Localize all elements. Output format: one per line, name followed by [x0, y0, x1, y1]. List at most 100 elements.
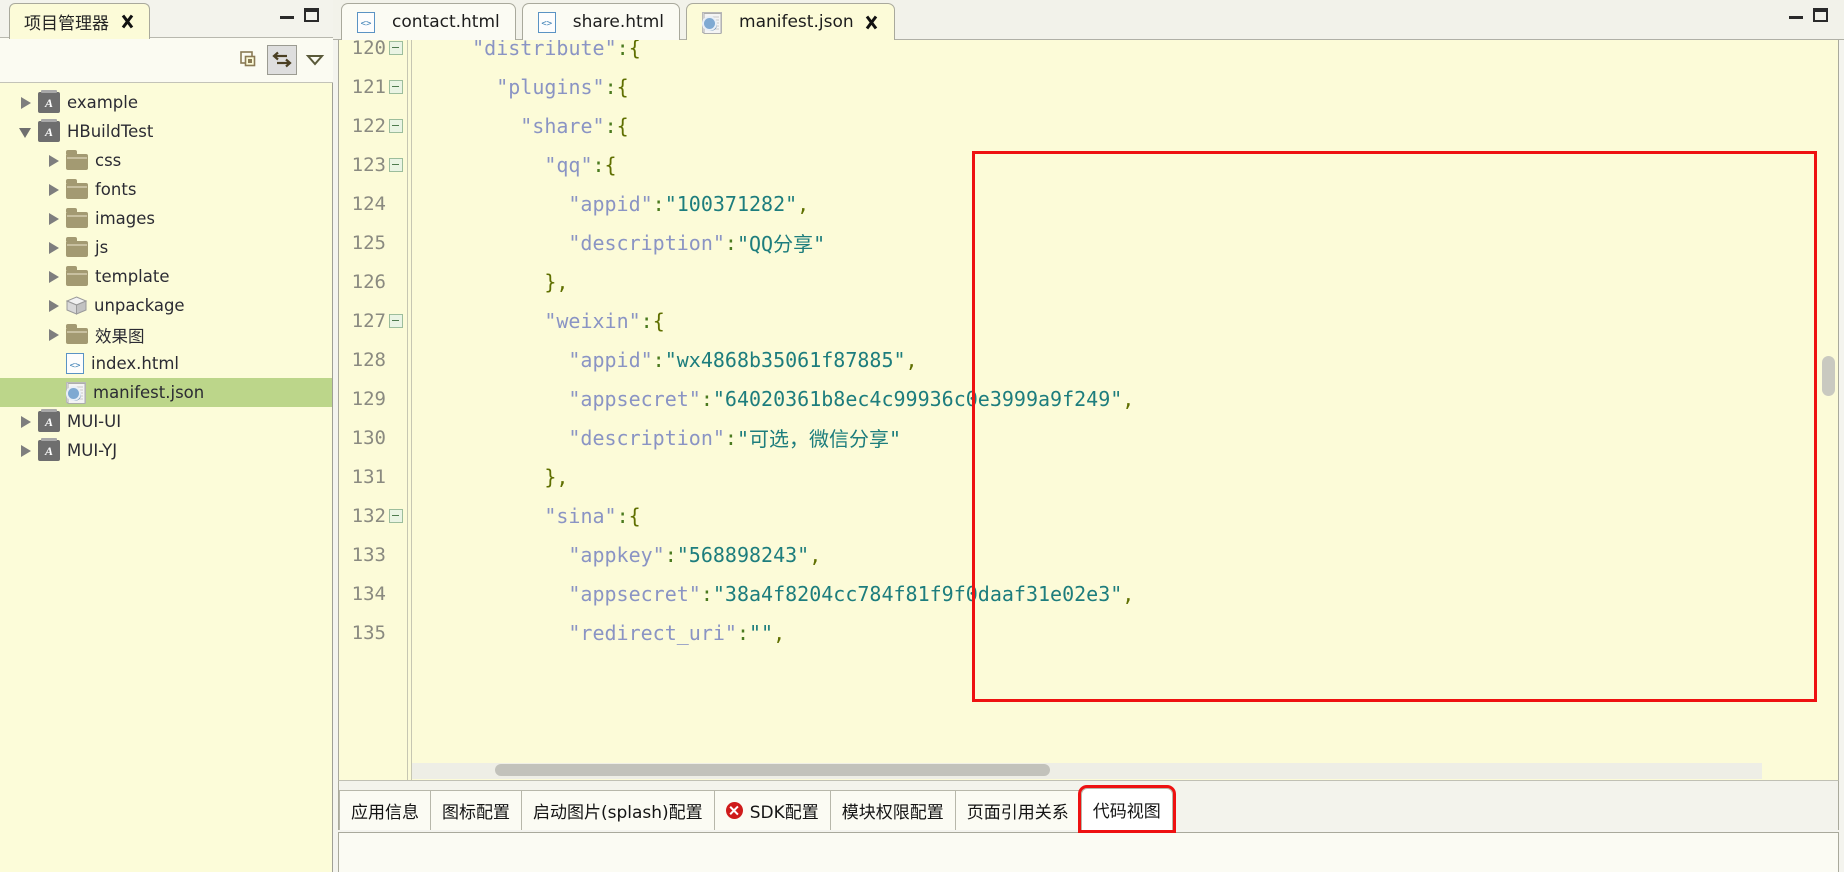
line-number-value: 121 [352, 76, 386, 98]
manifest-tab-label: 应用信息 [351, 798, 419, 823]
tree-item-HBuildTest[interactable]: AHBuildTest [0, 117, 332, 146]
line-number-value: 127 [352, 310, 386, 332]
tree-item-label: manifest.json [93, 383, 204, 402]
manifest-tab-label: 图标配置 [442, 798, 510, 823]
vertical-scrollbar-thumb[interactable] [1822, 356, 1835, 396]
line-number: 120 [339, 40, 407, 67]
tree-item-unpackage[interactable]: unpackage [0, 291, 332, 320]
horizontal-scrollbar-thumb[interactable] [495, 764, 1050, 776]
tree-item-images[interactable]: images [0, 204, 332, 233]
fold-collapse-icon[interactable] [389, 158, 403, 172]
fold-collapse-icon[interactable] [389, 41, 403, 55]
editor-tabstrip: <>contact.html<>share.htmlmanifest.json [333, 0, 1844, 40]
manifest-tab-1[interactable]: 图标配置 [431, 790, 522, 830]
editor-tab-contacthtml[interactable]: <>contact.html [341, 3, 516, 40]
manifest-view-content [338, 832, 1839, 872]
fold-collapse-icon[interactable] [389, 314, 403, 328]
chevron-right-icon[interactable] [46, 269, 62, 285]
chevron-right-icon[interactable] [18, 414, 34, 430]
editor-tab-sharehtml[interactable]: <>share.html [522, 3, 680, 40]
chevron-right-icon[interactable] [46, 211, 62, 227]
code-line[interactable]: "sina": { [544, 496, 640, 535]
code-line[interactable]: "appid": "100371282", [568, 184, 809, 223]
code-line[interactable]: "appid": "wx4868b35061f87885", [568, 340, 917, 379]
manifest-tab-2[interactable]: 启动图片(splash)配置 [522, 790, 715, 830]
code-line[interactable]: "redirect_uri": "", [568, 613, 785, 652]
fold-collapse-icon[interactable] [389, 119, 403, 133]
json-icon [702, 12, 722, 33]
project-tree[interactable]: AexampleAHBuildTestcss fonts imagesjstempl… [0, 83, 333, 872]
chevron-right-icon[interactable] [46, 298, 62, 314]
project-explorer-toolbar [0, 38, 333, 83]
code-line[interactable]: "appsecret": "64020361b8ec4c99936c0e3999… [568, 379, 1134, 418]
manifest-tab-5[interactable]: 页面引用关系 [956, 790, 1081, 830]
chevron-down-icon[interactable] [18, 124, 34, 140]
chevron-right-icon[interactable] [46, 240, 62, 256]
code-line[interactable]: "share": { [520, 106, 628, 145]
tree-item-js[interactable]: js [0, 233, 332, 262]
tree-item-[interactable]: 效果图 [0, 320, 332, 349]
tree-item-manifest.json[interactable]: manifest.json [0, 378, 332, 407]
line-number: 132 [339, 496, 407, 535]
line-number-value: 128 [352, 349, 386, 371]
tree-item-index.html[interactable]: <>index.html [0, 349, 332, 378]
line-number: 131 [339, 457, 407, 496]
chevron-right-icon[interactable] [46, 327, 62, 343]
code-line[interactable]: "qq": { [544, 145, 616, 184]
code-line[interactable]: "distribute": { [472, 40, 641, 67]
tree-item-css[interactable]: css [0, 146, 332, 175]
code-line[interactable]: "appkey": "568898243", [568, 535, 821, 574]
minimize-icon[interactable] [280, 8, 294, 20]
manifest-tab-0[interactable]: 应用信息 [339, 790, 431, 830]
manifest-tab-6[interactable]: 代码视图 [1081, 788, 1173, 830]
fold-collapse-icon[interactable] [389, 80, 403, 94]
code-line[interactable]: }, [544, 262, 568, 301]
code-line[interactable]: "weixin": { [544, 301, 664, 340]
minimize-icon[interactable] [1789, 8, 1803, 20]
tab-project-explorer-label: 项目管理器 [24, 9, 109, 34]
chevron-right-icon[interactable] [46, 153, 62, 169]
code-line[interactable]: "description": "QQ分享" [568, 223, 825, 262]
line-number: 122 [339, 106, 407, 145]
code-editor[interactable]: 1201211221231241251261271281291301311321… [338, 40, 1839, 780]
close-icon[interactable] [864, 15, 879, 30]
project-explorer-panel: 项目管理器 [0, 0, 333, 872]
code-line[interactable]: }, [544, 457, 568, 496]
folder-icon [66, 328, 88, 344]
fold-collapse-icon[interactable] [389, 509, 403, 523]
tree-item-example[interactable]: Aexample [0, 88, 332, 117]
manifest-tab-3[interactable]: SDK配置 [715, 790, 831, 830]
maximize-icon[interactable] [304, 8, 319, 22]
chevron-right-icon[interactable] [46, 182, 62, 198]
chevron-right-icon[interactable] [18, 443, 34, 459]
code-line[interactable]: "appsecret": "38a4f8204cc784f81f9f0daaf3… [568, 574, 1134, 613]
close-icon[interactable] [120, 14, 135, 29]
twisty-placeholder [46, 385, 62, 401]
line-number: 135 [339, 613, 407, 652]
tree-item-MUI-YJ[interactable]: AMUI-YJ [0, 436, 332, 465]
fold-placeholder [389, 353, 403, 367]
vertical-scrollbar[interactable] [1821, 81, 1837, 780]
tree-item-label: fonts [95, 180, 136, 199]
line-number-value: 135 [352, 622, 386, 644]
tree-item-fonts[interactable]: fonts [0, 175, 332, 204]
horizontal-scrollbar[interactable] [412, 763, 1762, 779]
manifest-view-tabbar: 应用信息图标配置启动图片(splash)配置SDK配置模块权限配置页面引用关系代… [338, 780, 1839, 830]
chevron-right-icon[interactable] [18, 95, 34, 111]
maximize-icon[interactable] [1813, 8, 1828, 22]
tree-item-label: MUI-YJ [67, 441, 117, 460]
tree-item-MUI-UI[interactable]: AMUI-UI [0, 407, 332, 436]
link-with-editor-icon[interactable] [267, 45, 297, 75]
collapse-all-icon[interactable] [234, 45, 264, 75]
manifest-view-tabs[interactable]: 应用信息图标配置启动图片(splash)配置SDK配置模块权限配置页面引用关系代… [339, 786, 1173, 830]
code-line[interactable]: "plugins": { [496, 67, 628, 106]
error-badge-icon [726, 802, 743, 819]
view-menu-icon[interactable] [300, 45, 330, 75]
tab-project-explorer[interactable]: 项目管理器 [9, 3, 150, 39]
manifest-tab-4[interactable]: 模块权限配置 [831, 790, 956, 830]
tree-item-template[interactable]: template [0, 262, 332, 291]
line-number: 123 [339, 145, 407, 184]
code-line[interactable]: "description": "可选，微信分享" [568, 418, 901, 457]
code-text-area[interactable]: "distribute": {"plugins": {"share": {"qq… [412, 40, 1839, 780]
editor-tab-manifestjson[interactable]: manifest.json [686, 3, 895, 40]
